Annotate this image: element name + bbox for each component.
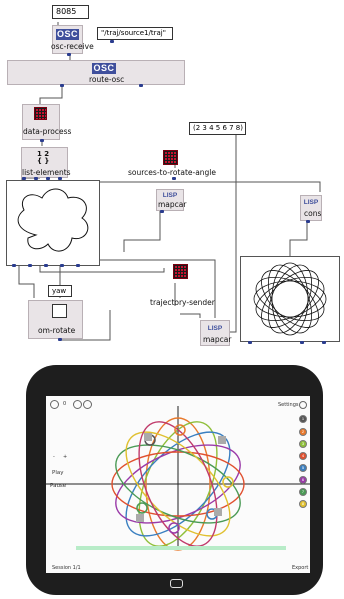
lisp-icon: LISP bbox=[207, 325, 223, 332]
route-osc-label: route-osc bbox=[89, 75, 125, 84]
cons-label: cons bbox=[304, 209, 322, 218]
lisp-icon: LISP bbox=[303, 199, 319, 206]
sources-to-rotate-angle-icon bbox=[163, 150, 178, 165]
inlet[interactable] bbox=[139, 84, 143, 87]
source-button-7[interactable]: 7 bbox=[299, 488, 307, 496]
inlet[interactable] bbox=[60, 264, 64, 267]
osc-address-message[interactable]: "/traj/source1/traj" bbox=[97, 27, 173, 40]
source-button-8[interactable]: 8 bbox=[299, 500, 307, 508]
source-button-3[interactable]: 3 bbox=[299, 440, 307, 448]
rosette-shape bbox=[253, 262, 327, 336]
trajectory-canvas[interactable] bbox=[46, 396, 310, 573]
om-rotate-label: om-rotate bbox=[38, 326, 76, 335]
port-number-box[interactable]: 8085 bbox=[52, 5, 89, 19]
inlet[interactable] bbox=[60, 84, 64, 87]
inlet[interactable] bbox=[300, 341, 304, 344]
inlet[interactable] bbox=[110, 40, 114, 43]
inlet[interactable] bbox=[248, 341, 252, 344]
sources-to-rotate-angle-label: sources-to-rotate-angle bbox=[128, 168, 217, 177]
mapcar-label-1: mapcar bbox=[158, 200, 187, 209]
data-process-icon bbox=[34, 107, 47, 120]
inlet[interactable] bbox=[76, 264, 80, 267]
om-rotate-icon bbox=[52, 304, 67, 318]
inlet[interactable] bbox=[306, 220, 310, 223]
inlet[interactable] bbox=[58, 338, 62, 341]
source-button-2[interactable]: 2 bbox=[299, 428, 307, 436]
list-elements-label: list-elements bbox=[22, 168, 71, 177]
source-button-6[interactable]: 6 bbox=[299, 476, 307, 484]
mapcar-label-2: mapcar bbox=[203, 335, 232, 344]
inlet[interactable] bbox=[44, 264, 48, 267]
export-button[interactable]: Export bbox=[292, 565, 308, 571]
curve-shape bbox=[17, 188, 89, 252]
trajectory-sender-icon bbox=[173, 264, 188, 279]
inlet[interactable] bbox=[172, 177, 176, 180]
route-osc-icon: OSC bbox=[92, 63, 116, 74]
inlet[interactable] bbox=[322, 341, 326, 344]
list-elements-icon: 1 2{ } bbox=[37, 150, 50, 165]
session-label: Session 1/1 bbox=[52, 565, 81, 571]
home-button[interactable] bbox=[170, 579, 183, 588]
inlet[interactable] bbox=[40, 139, 44, 142]
source-button-1[interactable]: 1 bbox=[299, 415, 307, 423]
osc-receive-icon: OSC bbox=[56, 29, 79, 40]
yaw-message[interactable]: yaw bbox=[48, 285, 72, 297]
source-button-5[interactable]: 5 bbox=[299, 464, 307, 472]
osc-receive-label: osc-receive bbox=[51, 42, 94, 51]
inlet[interactable] bbox=[67, 53, 71, 56]
source-button-4[interactable]: 4 bbox=[299, 452, 307, 460]
inlet[interactable] bbox=[28, 264, 32, 267]
lisp-icon: LISP bbox=[162, 192, 178, 199]
trajectory-sender-label: trajectory-sender bbox=[150, 298, 215, 307]
inlet[interactable] bbox=[160, 210, 164, 213]
data-process-label: data-process bbox=[23, 127, 72, 136]
list-message[interactable]: (2 3 4 5 6 7 8) bbox=[189, 122, 246, 135]
inlet[interactable] bbox=[12, 264, 16, 267]
